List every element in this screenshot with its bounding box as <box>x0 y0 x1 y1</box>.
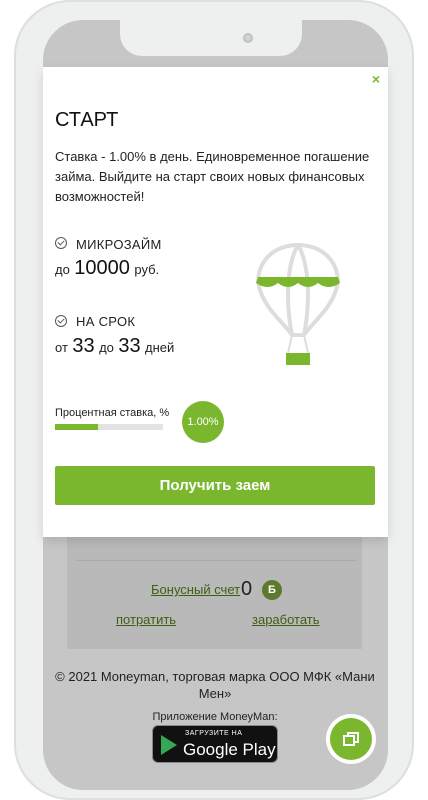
modal-title: СТАРТ <box>55 109 119 131</box>
modal-description: Ставка - 1.00% в день. Единовременное по… <box>55 149 370 204</box>
copyright-text: © 2021 Moneyman, торговая марка ООО МФК … <box>55 669 375 701</box>
store-badge-big: Google Play <box>183 740 276 759</box>
term-to-value: 33 <box>118 335 141 357</box>
bonus-account-link[interactable]: Бонусный счет <box>151 582 240 597</box>
app-label: Приложение MoneyMan: <box>152 711 278 723</box>
google-play-button[interactable]: ЗАГРУЗИТЕ НА Google Play <box>152 725 278 763</box>
loan-unit: руб. <box>134 262 160 277</box>
check-circle-icon <box>55 315 67 327</box>
loan-amount-value: 10000 <box>74 257 130 279</box>
term-from-word: от <box>55 340 68 355</box>
rate-label: Процентная ставка, % <box>55 407 170 419</box>
earn-link[interactable]: заработать <box>252 612 320 627</box>
chat-button[interactable] <box>330 718 372 760</box>
spend-link[interactable]: потратить <box>116 612 176 627</box>
term-unit: дней <box>145 340 175 355</box>
tariff-modal: × СТАРТ Ставка - 1.00% в день. Единоврем… <box>43 67 388 537</box>
chat-icon <box>343 732 359 746</box>
divider <box>77 560 357 561</box>
loan-prefix: до <box>55 262 70 277</box>
term-label: НА СРОК <box>76 314 136 329</box>
close-icon[interactable]: × <box>372 71 380 87</box>
hot-air-balloon-icon <box>256 242 340 365</box>
store-badge-small: ЗАГРУЗИТЕ НА <box>185 730 243 737</box>
camera-icon <box>243 33 253 43</box>
term-range: от 33 до 33 дней <box>55 335 174 358</box>
check-circle-icon <box>55 237 67 249</box>
rate-badge: 1.00% <box>182 401 224 443</box>
term-from-value: 33 <box>72 335 95 357</box>
bonus-badge: Б <box>262 580 282 600</box>
rate-slider-fill <box>55 424 99 430</box>
rate-slider[interactable] <box>55 424 163 430</box>
term-to-word: до <box>99 340 114 355</box>
google-play-icon <box>161 735 177 755</box>
bonus-value: 0 <box>241 578 253 600</box>
phone-notch <box>120 8 302 56</box>
loan-amount: до 10000 руб. <box>55 257 159 280</box>
get-loan-button[interactable]: Получить заем <box>55 466 375 505</box>
loan-label: МИКРОЗАЙМ <box>76 237 162 252</box>
